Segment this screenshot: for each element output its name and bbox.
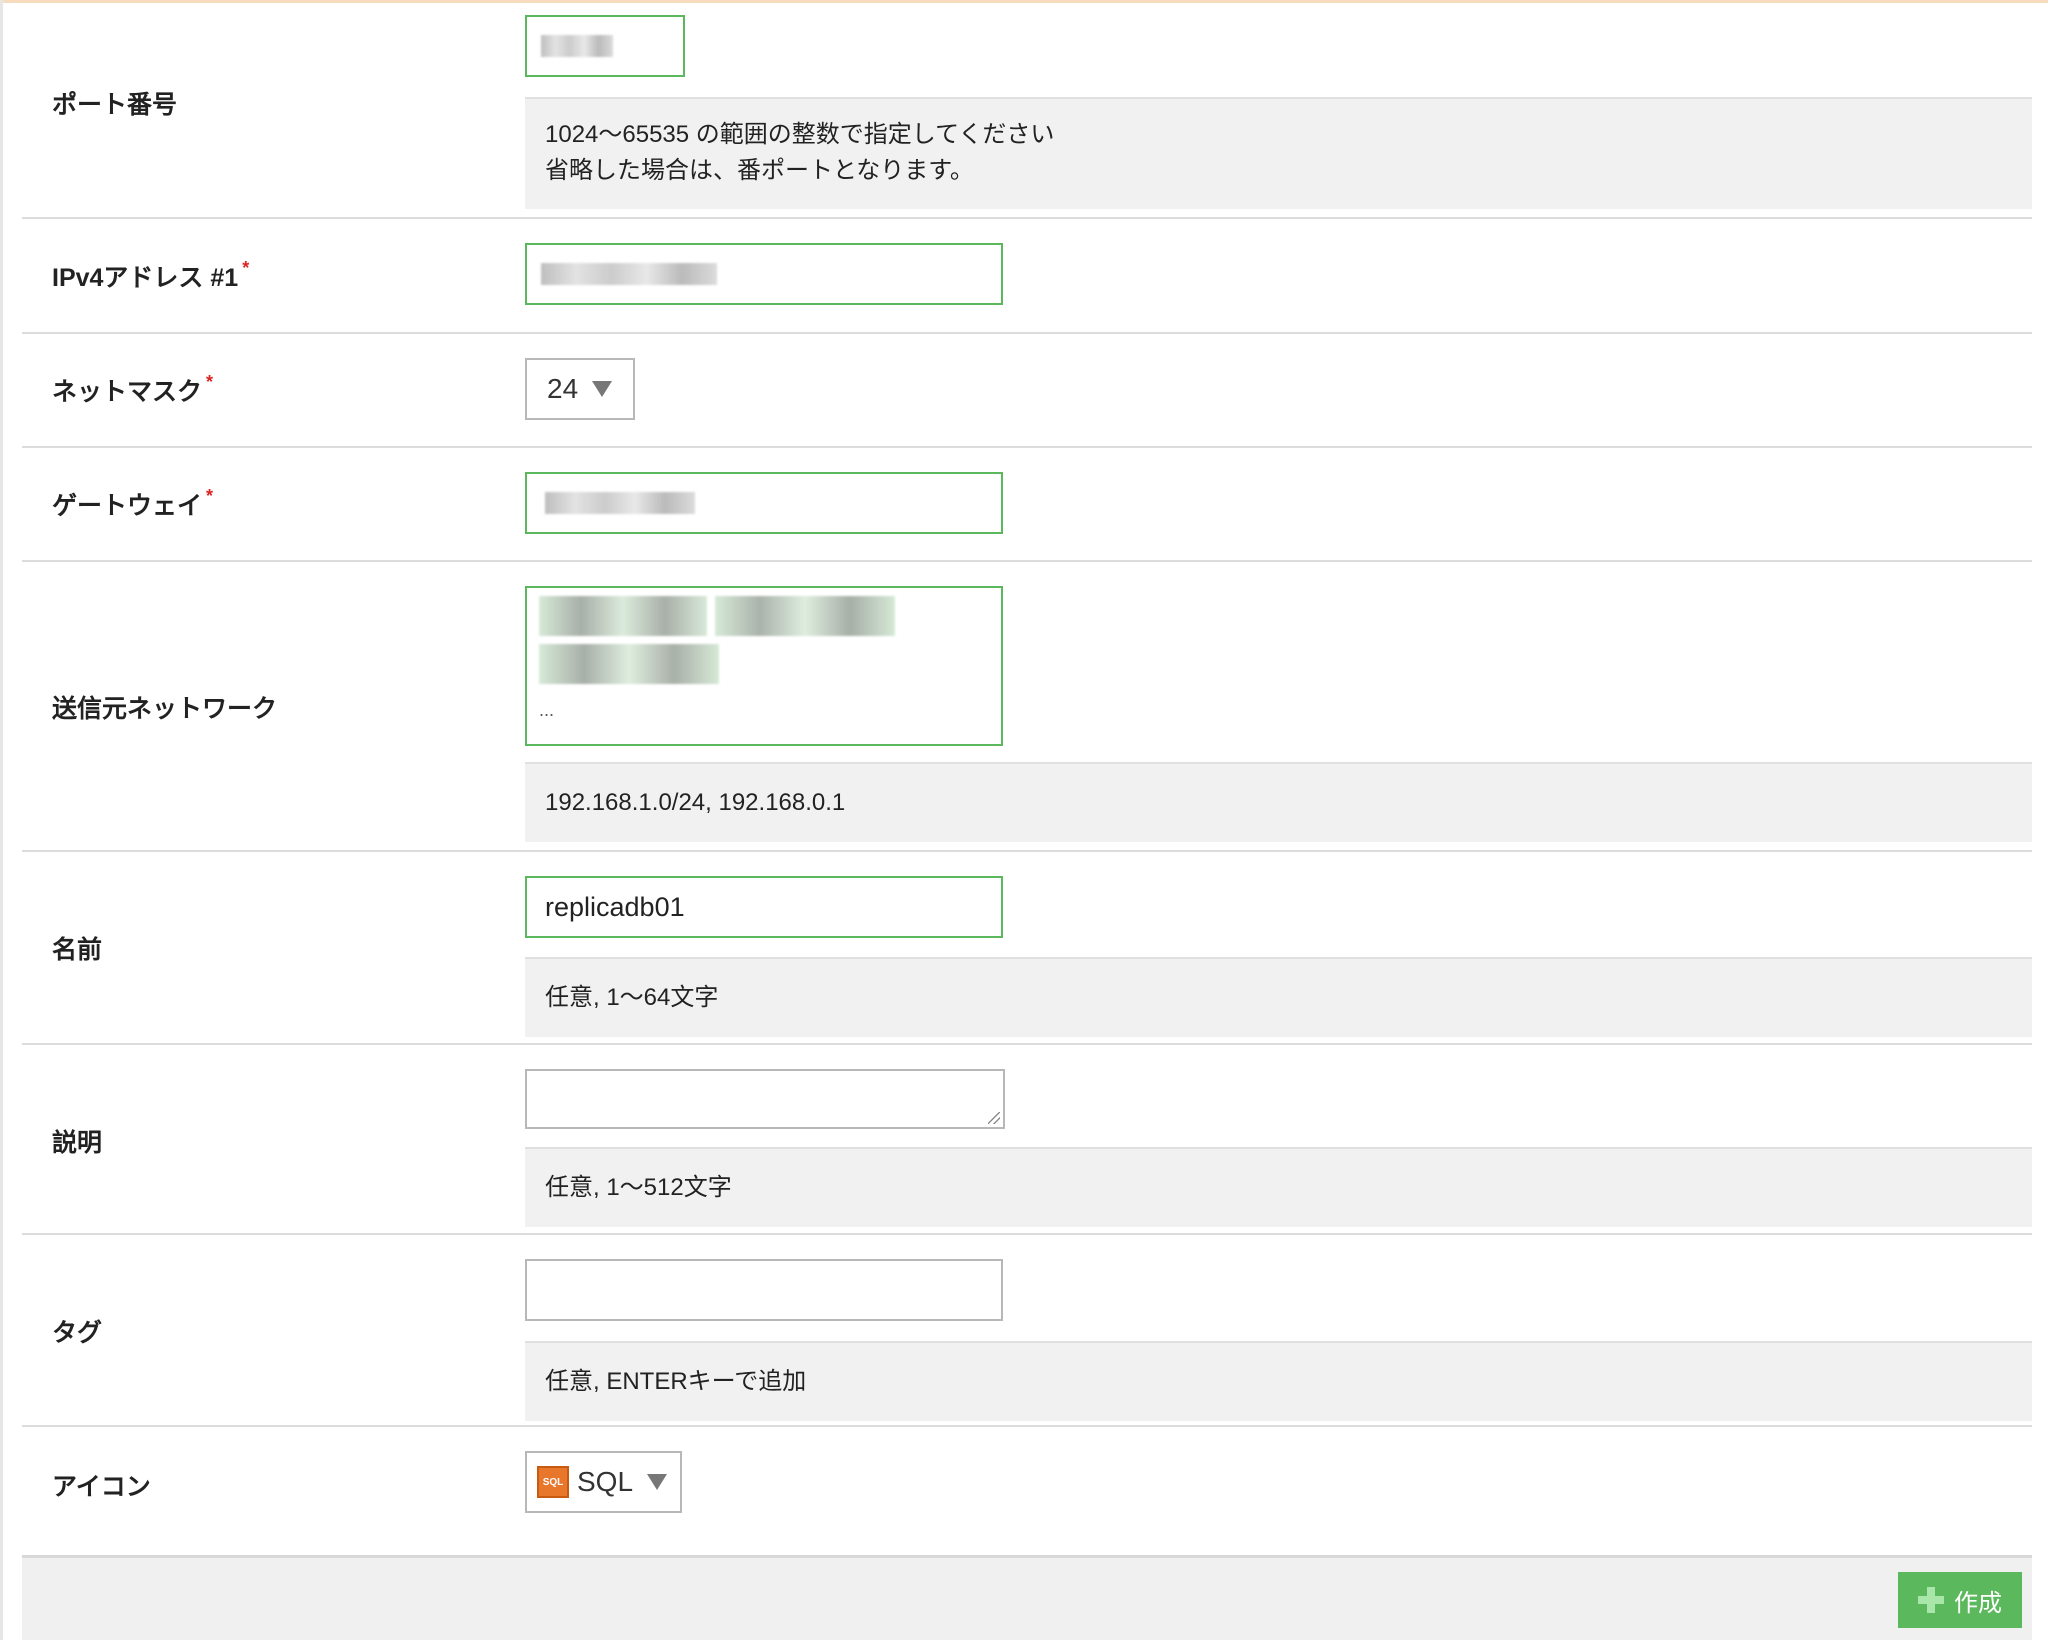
create-button[interactable]: 作成 [1898, 1572, 2022, 1628]
form-footer: 作成 [22, 1555, 2032, 1640]
description-textarea[interactable] [525, 1069, 1005, 1129]
settings-form: ポート番号 1024〜65535 の範囲の整数で指定してください 省略した場合は… [22, 3, 2032, 1561]
name-label: 名前 [52, 936, 103, 964]
source-network-tag-1 [539, 596, 707, 636]
port-row: ポート番号 1024〜65535 の範囲の整数で指定してください 省略した場合は… [22, 3, 2032, 219]
description-row: 説明 任意, 1〜512文字 [22, 1045, 2032, 1235]
source-network-tag-3 [539, 644, 719, 684]
description-label: 説明 [52, 1129, 103, 1157]
port-redacted-value [541, 35, 613, 57]
required-mark: * [206, 372, 214, 392]
gateway-row: ゲートウェイ * [22, 448, 2032, 562]
netmask-select[interactable]: 24 [525, 358, 635, 420]
icon-select[interactable]: SQL SQL [525, 1451, 682, 1513]
tags-hint: 任意, ENTERキーで追加 [525, 1341, 2032, 1421]
name-hint: 任意, 1〜64文字 [525, 957, 2032, 1037]
required-mark: * [242, 257, 250, 278]
icon-selected-value: SQL [577, 1466, 634, 1497]
ipv4-input[interactable] [525, 243, 1003, 305]
source-network-label: 送信元ネットワーク [52, 695, 278, 723]
source-network-ellipsis: ... [539, 700, 555, 720]
ipv4-label: IPv4アドレス #1 * [52, 258, 249, 294]
source-network-hint: 192.168.1.0/24, 192.168.0.1 [525, 762, 2032, 842]
plus-icon [1918, 1587, 1944, 1613]
port-hint: 1024〜65535 の範囲の整数で指定してください 省略した場合は、番ポートと… [525, 97, 2032, 209]
gateway-label: ゲートウェイ * [52, 486, 213, 522]
port-hint-line-2: 省略した場合は、番ポートとなります。 [545, 157, 974, 184]
tags-input[interactable] [525, 1259, 1003, 1321]
name-row: 名前 replicadb01 任意, 1〜64文字 [22, 852, 2032, 1045]
tags-label: タグ [52, 1319, 103, 1347]
create-button-label: 作成 [1954, 1589, 2002, 1617]
ipv4-label-text: IPv4アドレス #1 [52, 263, 239, 292]
gateway-input[interactable] [525, 472, 1003, 534]
source-network-tag-2 [715, 596, 895, 636]
port-input[interactable] [525, 15, 685, 77]
chevron-down-icon [647, 1474, 668, 1490]
netmask-label: ネットマスク * [52, 372, 213, 408]
description-hint: 任意, 1〜512文字 [525, 1147, 2032, 1227]
netmask-row: ネットマスク * 24 [22, 334, 2032, 448]
netmask-selected-value: 24 [547, 373, 579, 404]
gateway-redacted-value [545, 492, 695, 514]
ipv4-row: IPv4アドレス #1 * [22, 219, 2032, 334]
ipv4-redacted-value [541, 263, 717, 285]
icon-label: アイコン [52, 1473, 151, 1501]
icon-row: アイコン SQL SQL [22, 1427, 2032, 1561]
sql-icon: SQL [537, 1466, 569, 1498]
source-network-input[interactable]: ... [525, 586, 1003, 746]
chevron-down-icon [592, 381, 613, 397]
netmask-label-text: ネットマスク [52, 378, 203, 406]
port-hint-line-1: 1024〜65535 の範囲の整数で指定してください [545, 121, 1055, 148]
gateway-label-text: ゲートウェイ [52, 492, 203, 520]
left-border [0, 0, 3, 1640]
tags-row: タグ 任意, ENTERキーで追加 [22, 1235, 2032, 1427]
resize-handle-icon[interactable] [988, 1112, 1000, 1124]
name-input[interactable]: replicadb01 [525, 876, 1003, 938]
required-mark: * [206, 486, 214, 506]
port-label: ポート番号 [52, 91, 178, 119]
source-network-row: 送信元ネットワーク ... 192.168.1.0/24, 192.168.0.… [22, 562, 2032, 852]
